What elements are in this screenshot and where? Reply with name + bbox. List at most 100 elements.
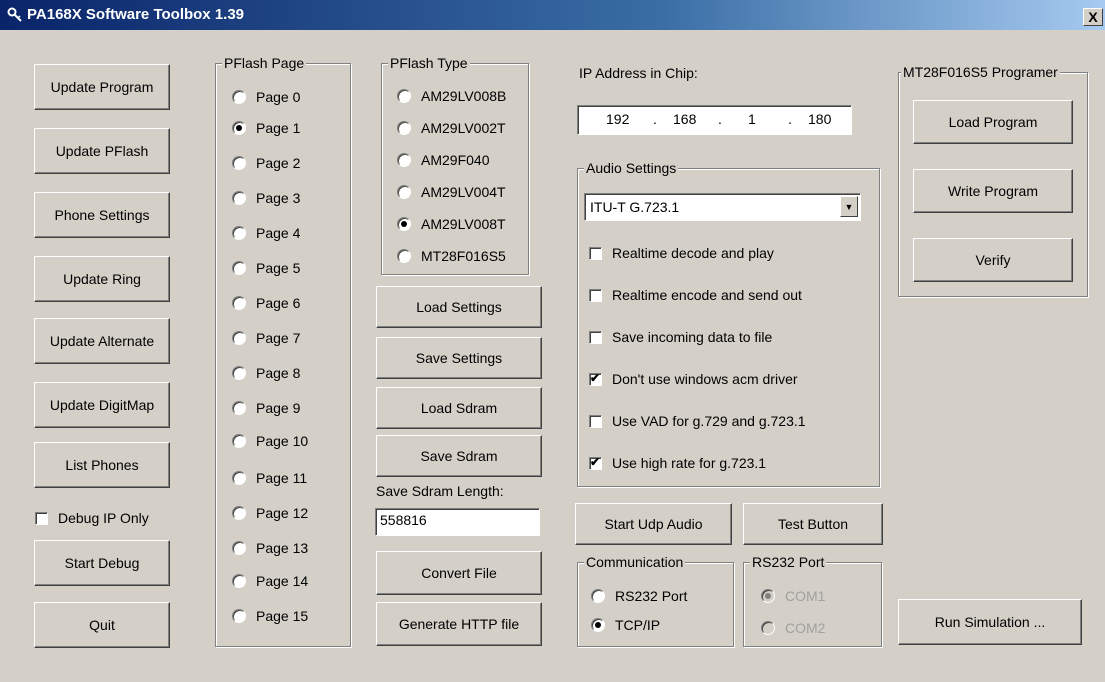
radio-button[interactable] [232,191,246,205]
radio-button[interactable] [232,121,246,135]
page-radio-15[interactable]: Page 15 [232,608,308,624]
radio-label: Page 9 [256,400,301,416]
load-settings-button[interactable]: Load Settings [376,286,542,328]
page-radio-5[interactable]: Page 5 [232,260,300,276]
update-pflash-button[interactable]: Update PFlash [34,128,170,174]
page-radio-1[interactable]: Page 1 [232,120,300,136]
radio-button[interactable] [591,589,605,603]
radio-button[interactable] [232,156,246,170]
radio-button[interactable] [397,89,411,103]
page-radio-0[interactable]: Page 0 [232,89,300,105]
phone-settings-button[interactable]: Phone Settings [34,192,170,238]
radio-button[interactable] [232,541,246,555]
load-program-button[interactable]: Load Program [913,100,1073,144]
update-ring-button[interactable]: Update Ring [34,256,170,302]
pflash-type-radio-2[interactable]: AM29F040 [397,152,489,168]
radio-button[interactable] [232,434,246,448]
verify-button[interactable]: Verify [913,238,1073,282]
start-udp-audio-button[interactable]: Start Udp Audio [575,503,732,545]
page-radio-3[interactable]: Page 3 [232,190,300,206]
chevron-down-icon[interactable]: ▼ [840,196,858,217]
write-program-button[interactable]: Write Program [913,169,1073,213]
pflash-type-radio-0[interactable]: AM29LV008B [397,88,506,104]
generate-http-file-button[interactable]: Generate HTTP file [376,602,542,646]
checkbox-box[interactable] [589,246,602,260]
checkbox-box[interactable] [589,414,602,428]
radio-label: Page 6 [256,295,301,311]
ip-octet-3[interactable]: 1 [748,111,756,127]
checkbox-box[interactable] [589,288,602,302]
codec-select[interactable]: ITU-T G.723.1 ▼ [584,193,861,221]
radio-label: Page 5 [256,260,301,276]
communication-radio-1[interactable]: TCP/IP [591,617,660,633]
radio-button[interactable] [232,331,246,345]
debug-ip-only-checkbox[interactable]: Debug IP Only [35,510,149,526]
update-program-button[interactable]: Update Program [34,64,170,110]
checkbox-box[interactable] [589,330,602,344]
update-digitmap-button[interactable]: Update DigitMap [34,382,170,428]
audio-option-checkbox[interactable]: Don't use windows acm driver [589,371,798,387]
radio-button[interactable] [232,226,246,240]
pflash-type-radio-1[interactable]: AM29LV002T [397,120,506,136]
radio-button[interactable] [232,471,246,485]
save-settings-button[interactable]: Save Settings [376,337,542,379]
start-debug-button[interactable]: Start Debug [34,540,170,586]
pflash-type-radio-3[interactable]: AM29LV004T [397,184,506,200]
radio-button[interactable] [232,574,246,588]
radio-button[interactable] [232,401,246,415]
radio-button[interactable] [591,618,605,632]
checkbox-box[interactable] [589,371,602,386]
audio-option-checkbox[interactable]: Use high rate for g.723.1 [589,455,766,471]
page-radio-12[interactable]: Page 12 [232,505,308,521]
convert-file-button[interactable]: Convert File [376,551,542,595]
pflash-type-radio-4[interactable]: AM29LV008T [397,216,506,232]
communication-radio-0[interactable]: RS232 Port [591,588,687,604]
ip-octet-1[interactable]: 192 [606,111,629,127]
page-radio-10[interactable]: Page 10 [232,433,308,449]
radio-button[interactable] [232,609,246,623]
radio-button[interactable] [397,153,411,167]
page-radio-8[interactable]: Page 8 [232,365,300,381]
quit-button[interactable]: Quit [34,602,170,648]
radio-button[interactable] [232,506,246,520]
radio-label: Page 2 [256,155,301,171]
list-phones-button[interactable]: List Phones [34,442,170,488]
page-radio-2[interactable]: Page 2 [232,155,300,171]
radio-button[interactable] [232,261,246,275]
load-sdram-button[interactable]: Load Sdram [376,387,542,429]
radio-button[interactable] [397,185,411,199]
debug-ip-only-box[interactable] [35,511,48,525]
run-simulation-button[interactable]: Run Simulation ... [898,599,1082,645]
close-button[interactable]: X [1083,8,1103,26]
test-button[interactable]: Test Button [743,503,883,545]
page-radio-14[interactable]: Page 14 [232,573,308,589]
page-radio-4[interactable]: Page 4 [232,225,300,241]
radio-button[interactable] [232,90,246,104]
ip-octet-2[interactable]: 168 [673,111,696,127]
radio-button[interactable] [232,296,246,310]
title-bar: PA168X Software Toolbox 1.39 X [0,0,1105,30]
audio-option-checkbox[interactable]: Realtime decode and play [589,245,774,261]
radio-button[interactable] [232,366,246,380]
communication-group: Communication [577,554,734,647]
pflash-type-radio-5[interactable]: MT28F016S5 [397,248,506,264]
page-radio-6[interactable]: Page 6 [232,295,300,311]
radio-label: Page 13 [256,540,309,556]
update-alternate-button[interactable]: Update Alternate [34,318,170,364]
pflash-page-group: PFlash Page [215,55,351,647]
radio-button[interactable] [397,249,411,263]
audio-option-checkbox[interactable]: Use VAD for g.729 and g.723.1 [589,413,806,429]
checkbox-box[interactable] [589,455,602,470]
ip-address-input[interactable]: 192 . 168 . 1 . 180 [577,105,852,135]
page-radio-13[interactable]: Page 13 [232,540,308,556]
sdram-length-input[interactable]: 558816 [375,508,540,536]
page-radio-7[interactable]: Page 7 [232,330,300,346]
radio-button[interactable] [397,121,411,135]
save-sdram-button[interactable]: Save Sdram [376,435,542,477]
radio-button[interactable] [397,217,411,231]
page-radio-9[interactable]: Page 9 [232,400,300,416]
page-radio-11[interactable]: Page 11 [232,470,307,486]
audio-option-checkbox[interactable]: Realtime encode and send out [589,287,802,303]
audio-option-checkbox[interactable]: Save incoming data to file [589,329,772,345]
ip-octet-4[interactable]: 180 [808,111,831,127]
